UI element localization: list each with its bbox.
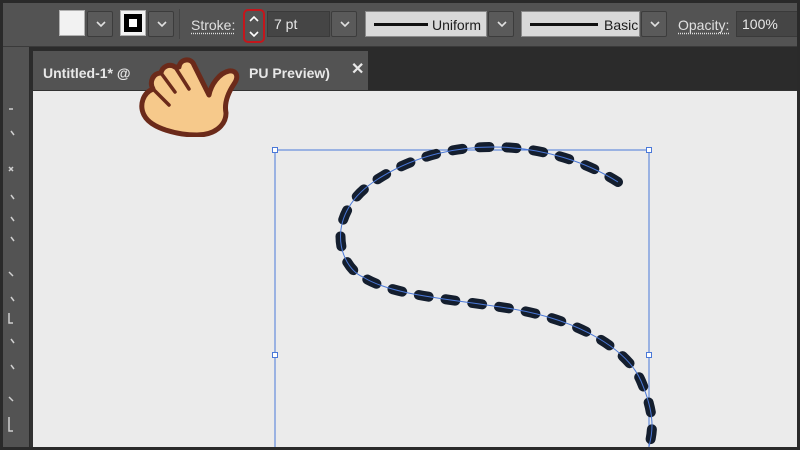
app-window: Stroke: 7 pt Uniform Basic Opacity: 100%: [0, 0, 800, 450]
brush-definition-select[interactable]: Basic: [521, 11, 640, 37]
fill-dropdown-button[interactable]: [87, 11, 113, 37]
hand-pointer-icon: [139, 57, 240, 137]
stroke-color-dropdown-button[interactable]: [148, 11, 174, 37]
variable-width-profile-select[interactable]: Uniform: [365, 11, 487, 37]
document-tab-title-view: PU Preview): [249, 65, 330, 81]
fill-swatch[interactable]: [59, 10, 85, 36]
chevron-down-icon: [96, 21, 106, 28]
chevron-up-icon[interactable]: [248, 14, 260, 24]
chevron-down-icon: [650, 21, 660, 28]
selection-bounding-box: [272, 147, 652, 447]
chevron-down-icon: [157, 21, 167, 28]
brush-dropdown-button[interactable]: [641, 11, 667, 37]
opacity-input[interactable]: 100%: [736, 11, 797, 37]
stroke-label[interactable]: Stroke:: [191, 17, 235, 33]
stroke-swatch[interactable]: [120, 10, 146, 36]
close-icon[interactable]: ✕: [351, 59, 364, 79]
variable-width-profile-label: Uniform: [432, 17, 482, 33]
stroke-weight-dropdown-button[interactable]: [331, 11, 357, 37]
tools-panel: [3, 47, 30, 447]
dashed-s-path[interactable]: [335, 141, 657, 447]
opacity-label[interactable]: Opacity:: [678, 17, 729, 33]
artboard-canvas[interactable]: [33, 91, 797, 447]
brush-definition-label: Basic: [604, 17, 639, 33]
chevron-down-icon: [340, 21, 350, 28]
document-tab-title: Untitled-1* @: [43, 65, 131, 81]
chevron-down-icon: [497, 21, 507, 28]
control-bar: Stroke: 7 pt Uniform Basic Opacity: 100%: [3, 3, 797, 47]
stroke-weight-input[interactable]: 7 pt: [267, 11, 330, 37]
profile-dropdown-button[interactable]: [488, 11, 514, 37]
